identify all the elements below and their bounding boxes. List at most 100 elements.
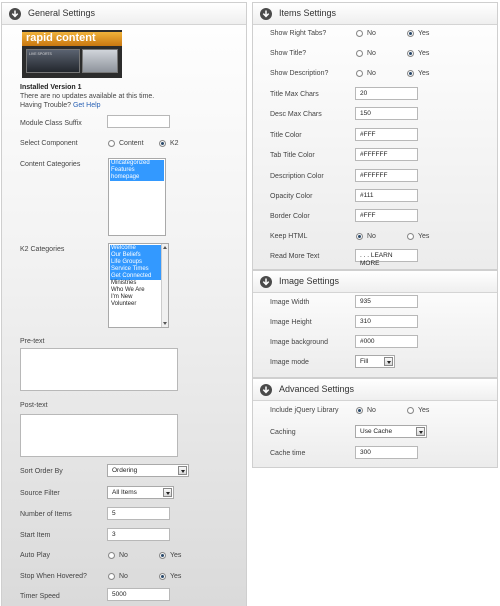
tab-title-color-input[interactable]: #FFFFFF [355,148,418,161]
component-k2-radio[interactable] [159,140,166,147]
list-item[interactable]: Ministries [110,280,167,287]
stop-hover-no-radio[interactable] [108,573,115,580]
show-right-tabs-no-radio[interactable] [356,30,363,37]
k2-categories-list[interactable]: Welcome Our Beliefs Life Groups Service … [108,243,169,328]
component-content-radio[interactable] [108,140,115,147]
image-height-input[interactable]: 310 [355,315,418,328]
timer-speed-input[interactable]: 5000 [107,588,170,601]
image-background-input[interactable]: #000 [355,335,418,348]
collapse-arrow-icon[interactable] [260,384,272,396]
collapse-arrow-icon[interactable] [260,276,272,288]
stop-hover-yes-label: Yes [170,573,182,580]
list-scrollbar[interactable] [161,244,168,327]
desc-max-chars-label: Desc Max Chars [270,111,322,118]
description-color-input[interactable]: #FFFFFF [355,169,418,182]
post-text-label: Post-text [20,402,48,409]
image-height-label: Image Height [270,319,312,326]
select-component-label: Select Component [20,140,78,147]
stop-hover-label: Stop When Hovered? [20,573,87,580]
keep-html-label: Keep HTML [270,233,308,240]
auto-play-yes-radio[interactable] [159,552,166,559]
jquery-no-label: No [367,407,376,414]
keep-html-yes-radio[interactable] [407,233,414,240]
cache-time-input[interactable]: 300 [355,446,418,459]
list-item[interactable]: Service Times [110,266,167,273]
logo-text: rapid content [26,32,96,44]
show-title-label: Show Title? [270,50,307,57]
general-settings-panel: General Settings rapid content LIVE SPOR… [1,2,247,606]
list-item[interactable]: homepage [110,174,164,181]
chevron-down-icon[interactable] [178,466,187,475]
image-width-label: Image Width [270,299,310,306]
list-item[interactable]: I'm New [110,294,167,301]
source-filter-label: Source Filter [20,490,60,497]
desc-max-chars-input[interactable]: 150 [355,107,418,120]
trouble-text: Having Trouble? [20,102,71,109]
chevron-down-icon[interactable] [163,488,172,497]
show-title-yes-radio[interactable] [407,50,414,57]
items-settings-header[interactable]: Items Settings [253,3,497,25]
number-items-label: Number of Items [20,511,72,518]
list-item[interactable]: Features [110,167,164,174]
opacity-color-input[interactable]: #111 [355,189,418,202]
general-settings-header[interactable]: General Settings [2,3,246,25]
list-item[interactable]: Uncategorized [110,160,164,167]
start-item-label: Start Item [20,532,51,539]
list-item[interactable]: Volunteer [110,301,167,308]
sort-order-value: Ordering [112,467,138,474]
cache-time-label: Cache time [270,450,306,457]
image-mode-select[interactable]: Fill [355,355,395,368]
jquery-no-radio[interactable] [356,407,363,414]
title-color-input[interactable]: #FFF [355,128,418,141]
post-text-textarea[interactable] [20,414,178,457]
scroll-up-icon[interactable] [163,246,167,249]
list-item[interactable]: Welcome [110,245,167,252]
jquery-yes-radio[interactable] [407,407,414,414]
collapse-arrow-icon[interactable] [260,8,272,20]
sort-order-label: Sort Order By [20,468,63,475]
caching-select[interactable]: Use Cache [355,425,427,438]
number-items-input[interactable]: 5 [107,507,170,520]
keep-html-no-radio[interactable] [356,233,363,240]
read-more-text-input[interactable]: . . . LEARN MORE [355,249,418,267]
show-right-tabs-no-label: No [367,30,376,37]
pre-text-textarea[interactable] [20,348,178,391]
sort-order-select[interactable]: Ordering [107,464,189,477]
title-max-chars-label: Title Max Chars [270,91,319,98]
chevron-down-icon[interactable] [384,357,393,366]
source-filter-select[interactable]: All Items [107,486,174,499]
title-max-chars-input[interactable]: 20 [355,87,418,100]
read-more-text-label: Read More Text [270,253,320,260]
auto-play-no-radio[interactable] [108,552,115,559]
border-color-label: Border Color [270,213,310,220]
show-right-tabs-yes-radio[interactable] [407,30,414,37]
image-mode-value: Fill [360,358,369,365]
show-description-no-radio[interactable] [356,70,363,77]
description-color-label: Description Color [270,173,324,180]
tab-title-color-label: Tab Title Color [270,152,315,159]
component-k2-label: K2 [170,140,179,147]
logo-caption: LIVE SPORTS [29,52,52,56]
module-class-suffix-input[interactable] [107,115,170,128]
advanced-settings-header[interactable]: Advanced Settings [253,379,497,401]
list-item[interactable]: Life Groups [110,259,167,266]
content-categories-list[interactable]: Uncategorized Features homepage [108,158,166,236]
caching-label: Caching [270,429,296,436]
show-title-no-radio[interactable] [356,50,363,57]
start-item-input[interactable]: 3 [107,528,170,541]
list-item[interactable]: Get Connected [110,273,167,280]
chevron-down-icon[interactable] [416,427,425,436]
list-item[interactable]: Who We Are [110,287,167,294]
auto-play-label: Auto Play [20,552,50,559]
image-settings-panel: Image Settings Image Width 935 Image Hei… [252,270,498,378]
collapse-arrow-icon[interactable] [9,8,21,20]
get-help-link[interactable]: Get Help [73,102,101,109]
border-color-input[interactable]: #FFF [355,209,418,222]
show-description-yes-radio[interactable] [407,70,414,77]
stop-hover-yes-radio[interactable] [159,573,166,580]
image-width-input[interactable]: 935 [355,295,418,308]
scroll-down-icon[interactable] [163,322,167,325]
list-item[interactable]: Our Beliefs [110,252,167,259]
image-settings-header[interactable]: Image Settings [253,271,497,293]
timer-speed-label: Timer Speed [20,593,60,600]
